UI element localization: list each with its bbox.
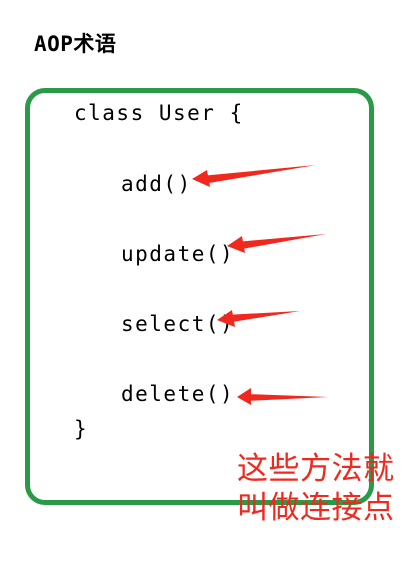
diagram-title: AOP术语: [34, 32, 117, 56]
method-delete: delete(): [121, 382, 235, 406]
method-select: select(): [121, 312, 235, 336]
method-add: add(): [121, 172, 192, 196]
class-closing-brace: }: [74, 417, 89, 441]
note-line-2: 叫做连接点: [237, 490, 395, 526]
method-update: update(): [121, 242, 235, 266]
class-declaration: class User {: [74, 101, 244, 125]
